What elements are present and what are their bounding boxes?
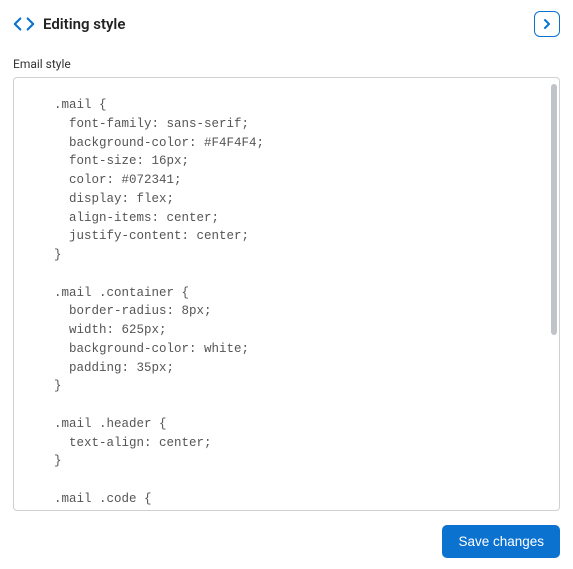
- css-declaration: border-radius: 8px;: [24, 302, 549, 321]
- css-editor[interactable]: .mail { font-family: sans-serif; backgro…: [13, 77, 560, 511]
- header-row: Editing style: [13, 11, 560, 37]
- code-icon: [13, 13, 35, 35]
- expand-button[interactable]: [534, 11, 560, 37]
- chevron-right-icon: [542, 18, 552, 30]
- css-editor-content[interactable]: .mail { font-family: sans-serif; backgro…: [14, 78, 559, 510]
- css-declaration: padding: 35px;: [24, 359, 549, 378]
- css-declaration: font-size: 16px;: [24, 152, 549, 171]
- css-selector: .mail .code {: [24, 490, 549, 509]
- css-selector: .mail .container {: [24, 284, 549, 303]
- css-declaration: background-color: #F4F4F4;: [24, 134, 549, 153]
- page-title: Editing style: [43, 15, 125, 33]
- css-declaration: color: #072341;: [24, 171, 549, 190]
- css-declaration: font-family: sans-serif;: [24, 115, 549, 134]
- header-left: Editing style: [13, 13, 125, 35]
- css-declaration: align-items: center;: [24, 209, 549, 228]
- css-declaration: justify-content: center;: [24, 227, 549, 246]
- css-brace-close: }: [24, 246, 549, 265]
- save-changes-button[interactable]: Save changes: [442, 525, 560, 558]
- editor-label: Email style: [13, 57, 560, 71]
- css-selector: .mail .header {: [24, 415, 549, 434]
- footer: Save changes: [442, 525, 560, 558]
- scrollbar-thumb[interactable]: [551, 84, 557, 335]
- css-selector: .mail {: [24, 96, 549, 115]
- css-brace-close: }: [24, 452, 549, 471]
- css-declaration: width: 625px;: [24, 321, 549, 340]
- css-brace-close: }: [24, 377, 549, 396]
- css-declaration: display: flex;: [24, 190, 549, 209]
- css-declaration: border-radius: 8px;: [24, 509, 549, 511]
- css-declaration: text-align: center;: [24, 434, 549, 453]
- css-declaration: background-color: white;: [24, 340, 549, 359]
